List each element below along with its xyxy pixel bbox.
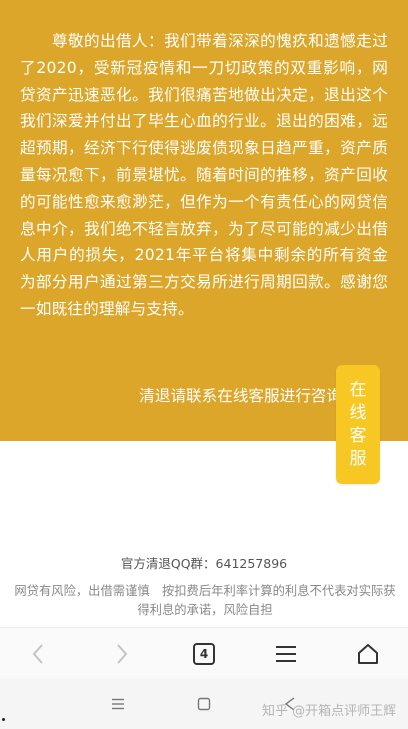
menu-icon bbox=[276, 646, 296, 662]
qq-group-text: 官方清退QQ群：641257896 bbox=[120, 556, 288, 571]
watermark: 知乎 @开箱点评师王辉 bbox=[262, 704, 397, 719]
risk-disclaimer: 网贷有风险，出借需谨慎 按扣费后年利率计算的利息不代表对实际获得利息的承诺，风险… bbox=[14, 584, 396, 617]
online-service-button[interactable]: 在线客服 bbox=[336, 365, 380, 484]
recent-apps-button[interactable] bbox=[98, 691, 138, 717]
corner-dot bbox=[2, 718, 5, 721]
back-arrow-icon bbox=[32, 644, 43, 664]
system-home-icon bbox=[197, 697, 211, 711]
back-button[interactable] bbox=[8, 628, 68, 680]
forward-button[interactable] bbox=[92, 628, 152, 680]
home-icon bbox=[358, 644, 378, 664]
recent-apps-icon bbox=[112, 698, 124, 710]
system-home-button[interactable] bbox=[184, 691, 224, 717]
menu-button[interactable] bbox=[256, 628, 316, 680]
notice-body: 尊敬的出借人：我们带着深深的愧疚和遗憾走过了2020，受新冠疫情和一刀切政策的双… bbox=[20, 32, 388, 318]
tabs-button[interactable]: 4 bbox=[174, 628, 234, 680]
forward-arrow-icon bbox=[117, 644, 128, 664]
tabs-icon: 4 bbox=[193, 643, 215, 665]
contact-hint: 清退请联系在线客服进行咨询 bbox=[139, 387, 342, 405]
home-button[interactable] bbox=[338, 628, 398, 680]
browser-toolbar: 4 bbox=[0, 627, 408, 679]
